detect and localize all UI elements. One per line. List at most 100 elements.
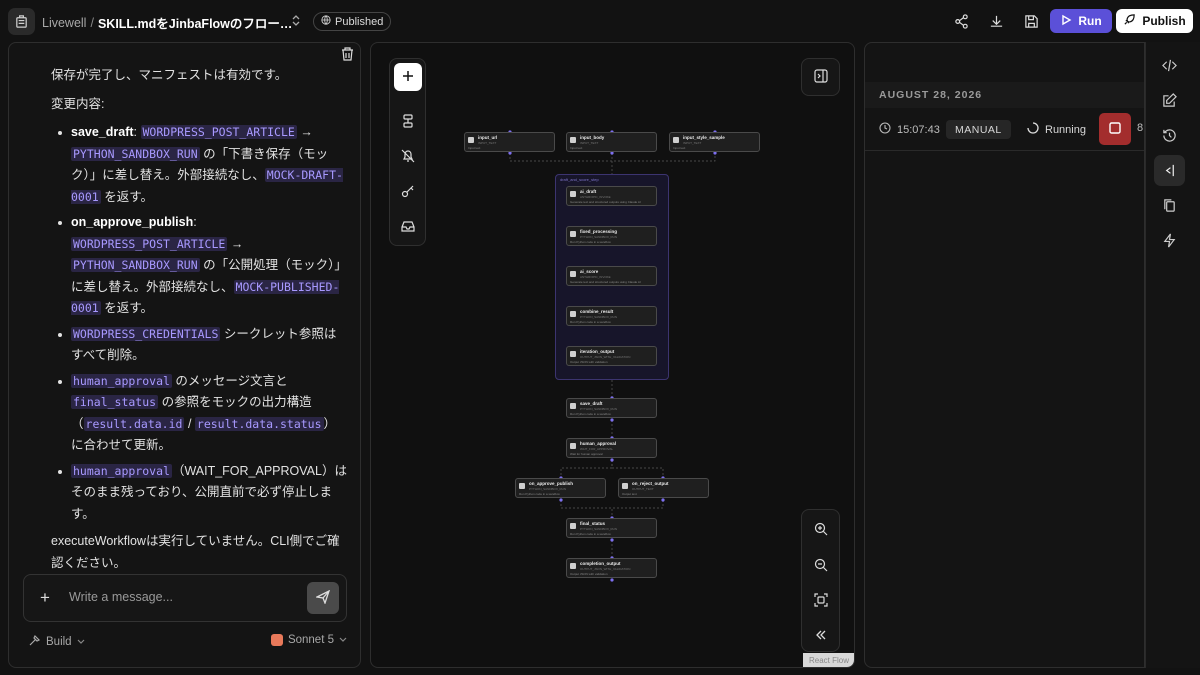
flow-node-human-approval[interactable]: human_approval WAIT_FOR_APPROVAL Wait for …	[566, 438, 657, 458]
publish-button-label: Publish	[1142, 14, 1186, 28]
globe-icon	[321, 15, 331, 28]
breadcrumb: Livewell / SKILL.mdをJinbaFlowのフロー…	[42, 13, 292, 32]
list-item-text: のメッセージ文言と	[175, 373, 288, 388]
clock-icon	[879, 122, 891, 137]
node-type-icon	[570, 231, 576, 237]
arrow-text: →	[300, 125, 313, 139]
breadcrumb-separator: /	[90, 15, 94, 30]
group-label: draft_and_score_step	[560, 177, 599, 182]
inline-code: final_status	[71, 395, 159, 409]
message-input[interactable]	[69, 590, 299, 604]
node-name: on_approve_publish	[529, 481, 574, 486]
lightning-icon[interactable]	[1154, 225, 1185, 256]
node-type: INPUT_TEXT	[580, 141, 599, 145]
panel-right-icon[interactable]	[1154, 155, 1185, 186]
flow-node-on-reject-output[interactable]: on_reject_output OUTPUT_TEXT Output text	[618, 478, 709, 498]
node-desc: Output JSON with validation	[570, 572, 608, 576]
node-desc: Generate text and structured outputs usi…	[570, 280, 641, 284]
node-desc: Run Python code in a sandbox	[570, 320, 611, 324]
publish-button[interactable]: Publish	[1116, 9, 1193, 33]
list-item: human_approval のメッセージ文言と final_status の参…	[58, 371, 347, 457]
changes-heading: 変更内容:	[51, 96, 105, 111]
run-button[interactable]: Run	[1050, 9, 1112, 33]
node-type-icon	[468, 137, 474, 143]
chevron-down-icon	[77, 636, 85, 648]
share-icon[interactable]	[951, 11, 971, 31]
run-list-item[interactable]: 15:07:43 MANUAL Running 8	[865, 109, 1144, 151]
inline-code: PYTHON_SANDBOX_RUN	[71, 258, 200, 272]
rocket-icon	[1123, 13, 1136, 29]
node-desc: Output JSON with validation	[570, 360, 608, 364]
node-type: PYTHON_SANDBOX_RUN	[580, 527, 618, 531]
node-type-icon	[570, 403, 576, 409]
node-type-icon	[519, 483, 525, 489]
send-button[interactable]	[307, 582, 339, 614]
collapse-icon[interactable]	[811, 625, 831, 645]
list-item-key: on_approve_publish	[71, 215, 194, 229]
node-type-icon	[570, 191, 576, 197]
flow-node-fixed-processing[interactable]: fixed_processing PYTHON_SANDBOX_RUN Run Py…	[566, 226, 657, 246]
flow-node-input-style-sample[interactable]: input_style_sample INPUT_TEXT Input text	[669, 132, 760, 152]
list-item-key: save_draft	[71, 125, 134, 139]
node-type-icon	[622, 483, 628, 489]
app-logo-icon[interactable]	[8, 8, 35, 35]
zoom-in-icon[interactable]	[811, 519, 831, 539]
node-name: ai_draft	[580, 189, 597, 194]
breadcrumb-org[interactable]: Livewell	[42, 16, 86, 30]
workflow-title[interactable]: SKILL.mdをJinbaFlowのフロー…	[98, 13, 292, 32]
download-icon[interactable]	[986, 11, 1006, 31]
flow-node-ai-draft[interactable]: ai_draft ANTHROPIC_INVOKE Generate text an…	[566, 186, 657, 206]
node-desc: Input text	[570, 146, 583, 150]
node-desc: Wait for human approval	[570, 452, 603, 456]
mode-selector[interactable]: Build	[29, 634, 85, 649]
node-type-icon	[570, 311, 576, 317]
flow-node-ai-score[interactable]: ai_score ANTHROPIC_INVOKE Generate text an…	[566, 266, 657, 286]
save-icon[interactable]	[1021, 11, 1041, 31]
flow-node-save-draft[interactable]: save_draft PYTHON_SANDBOX_RUN Run Python c…	[566, 398, 657, 418]
flow-node-input-url[interactable]: input_url INPUT_TEXT Input text	[464, 132, 555, 152]
model-label: Sonnet 5	[287, 634, 334, 646]
run-status: Running	[1027, 122, 1086, 137]
copy-doc-icon[interactable]	[1154, 190, 1185, 221]
code-icon[interactable]	[1154, 50, 1185, 81]
flow-node-iteration-output[interactable]: iteration_output OUTPUT_JSON_WITH_VALIDAT…	[566, 346, 657, 366]
flow-node-completion-output[interactable]: completion_output OUTPUT_JSON_WITH_VALIDA…	[566, 558, 657, 578]
node-name: iteration_output	[580, 349, 615, 354]
message-composer: +	[23, 574, 347, 622]
list-item-text: を返す。	[104, 301, 153, 315]
zoom-out-icon[interactable]	[811, 555, 831, 575]
node-name: on_reject_output	[632, 481, 669, 486]
inline-code: WORDPRESS_POST_ARTICLE	[140, 125, 297, 139]
edit-icon[interactable]	[1154, 85, 1185, 116]
status-badge-label: Published	[335, 15, 384, 28]
chevron-updown-icon[interactable]	[291, 14, 301, 30]
run-time: 15:07:43	[879, 122, 940, 137]
flow-canvas[interactable]: draft_and_score_step input_url INPUT_TEXT…	[370, 42, 855, 668]
list-item: save_draft: WORDPRESS_POST_ARTICLE → PYT…	[58, 122, 347, 208]
right-rail	[1145, 42, 1200, 668]
model-selector[interactable]: Sonnet 5	[270, 634, 347, 646]
play-icon	[1060, 14, 1072, 29]
list-item: human_approval （WAIT_FOR_APPROVAL）はそのまま残っ…	[58, 461, 347, 526]
flow-node-final-status[interactable]: final_status PYTHON_SANDBOX_RUN Run Python…	[566, 518, 657, 538]
node-desc: Run Python code in a sandbox	[570, 532, 611, 536]
stop-run-button[interactable]	[1099, 113, 1131, 145]
node-type-icon	[673, 137, 679, 143]
flow-node-on-approve-publish[interactable]: on_approve_publish PYTHON_SANDBOX_RUN Run …	[515, 478, 606, 498]
flow-node-combine-result[interactable]: combine_result PYTHON_SANDBOX_RUN Run Pyth…	[566, 306, 657, 326]
trash-icon[interactable]	[341, 47, 355, 61]
react-flow-attribution[interactable]: React Flow	[803, 653, 854, 667]
history-icon[interactable]	[1154, 120, 1185, 151]
inline-code: WORDPRESS_CREDENTIALS	[71, 326, 221, 341]
flow-node-input-body[interactable]: input_body INPUT_TEXT Input text	[566, 132, 657, 152]
run-count: 8	[1137, 122, 1144, 134]
model-logo-icon	[270, 634, 283, 646]
inline-code: human_approval	[71, 463, 172, 478]
fit-view-icon[interactable]	[811, 590, 831, 610]
plus-icon[interactable]: +	[40, 589, 50, 607]
node-name: fixed_processing	[580, 229, 618, 234]
node-name: combine_result	[580, 309, 614, 314]
send-icon	[314, 589, 331, 607]
node-name: ai_score	[580, 269, 599, 274]
run-status-label: Running	[1045, 123, 1086, 136]
